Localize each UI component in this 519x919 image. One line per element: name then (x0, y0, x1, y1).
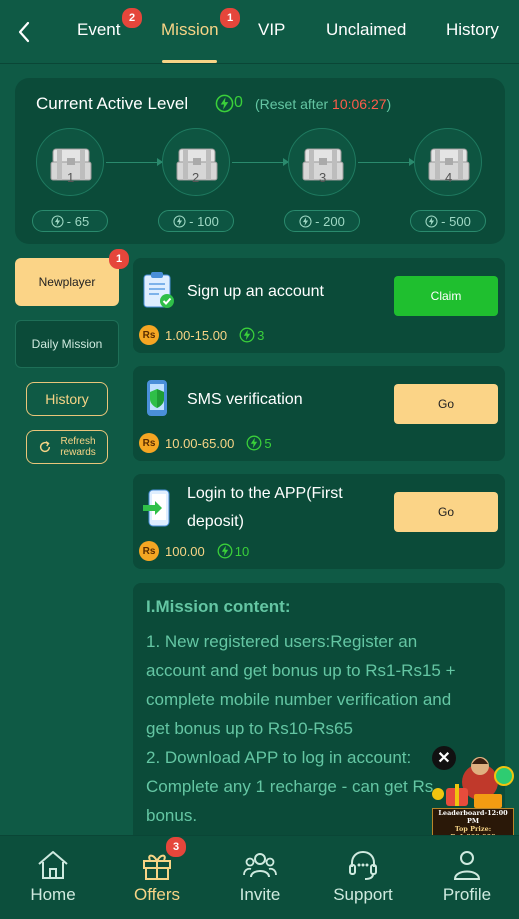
offers-badge: 3 (166, 837, 186, 857)
progress-arrow (232, 158, 289, 166)
mission-title: Sign up an account (187, 283, 324, 300)
back-arrow-icon[interactable] (12, 18, 36, 46)
treasure-chest-icon (428, 148, 470, 181)
mission-card-signup: Sign up an account Claim Rs 1.00-15.00 3 (133, 258, 505, 353)
mission-reward-row: Rs 100.00 10 (139, 541, 249, 561)
category-newplayer[interactable]: Newplayer (15, 258, 119, 306)
tab-vip[interactable]: VIP (258, 20, 285, 40)
tab-mission[interactable]: Mission (161, 20, 219, 40)
nav-home[interactable]: Home (3, 836, 103, 919)
treasure-chest-icon (176, 148, 218, 181)
reward-points: 3 (257, 327, 265, 343)
refresh-rewards-button[interactable]: Refresh rewards (26, 430, 108, 464)
mission-content-line: 1. New registered users:Register an (146, 632, 418, 651)
user-icon (453, 851, 481, 880)
phone-transfer-icon (143, 489, 170, 527)
active-level-panel: Current Active Level 0 (Reset after 10:0… (15, 78, 505, 244)
tab-event-badge: 2 (122, 8, 142, 28)
go-button[interactable]: Go (394, 384, 498, 424)
progress-arrow (106, 158, 163, 166)
chest-level-2[interactable] (162, 128, 230, 196)
reward-amount: 100.00 (165, 543, 205, 559)
energy-bolt-icon (51, 214, 64, 228)
newplayer-badge: 1 (109, 249, 129, 269)
reset-timer-text: (Reset after 10:06:27) (255, 96, 392, 112)
reward-points: 10 (234, 543, 250, 559)
mission-reward-row: Rs 10.00-65.00 5 (139, 433, 272, 453)
nav-invite[interactable]: Invite (210, 836, 310, 919)
mission-card-login-app: Login to the APP(First deposit) Go Rs 100… (133, 474, 505, 569)
level-title: Current Active Level (36, 94, 189, 113)
chest-cost-pill: - 100 (158, 210, 234, 232)
chest-level-4[interactable] (414, 128, 482, 196)
mission-content-line: account and get bonus up to Rs1-Rs15 + (146, 661, 456, 680)
mission-title: SMS verification (187, 391, 303, 408)
chest-number: 1 (67, 170, 75, 185)
nav-profile[interactable]: Profile (417, 836, 517, 919)
category-daily-mission[interactable]: Daily Mission (15, 320, 119, 368)
clipboard-check-icon (143, 272, 174, 308)
nav-offers[interactable]: Offers (107, 836, 207, 919)
mission-content-line: get bonus up to Rs10-Rs65 (146, 719, 353, 738)
reward-points: 5 (264, 435, 272, 451)
nav-support[interactable]: Support (313, 836, 413, 919)
chest-cost-pill: - 500 (410, 210, 486, 232)
tab-history[interactable]: History (446, 20, 499, 40)
tab-unclaimed[interactable]: Unclaimed (326, 20, 406, 40)
top-nav: Event 2 Mission 1 VIP Unclaimed History (0, 0, 519, 64)
chest-level-3[interactable] (288, 128, 356, 196)
chest-number: 2 (192, 170, 200, 185)
active-tab-indicator (162, 60, 217, 63)
reset-countdown: 10:06:27 (332, 96, 387, 112)
rupee-coin-icon: Rs (139, 325, 159, 345)
close-promo-button[interactable]: ✕ (432, 746, 456, 770)
history-button[interactable]: History (26, 382, 108, 416)
treasure-chest-icon (50, 148, 92, 181)
tab-event[interactable]: Event (77, 20, 120, 40)
energy-bolt-icon (246, 435, 262, 451)
energy-bolt-icon (299, 214, 312, 228)
go-button[interactable]: Go (394, 492, 498, 532)
rupee-coin-icon: Rs (139, 433, 159, 453)
people-icon (243, 853, 277, 878)
bottom-nav: Home Offers 3 Invite Support Profile (0, 835, 519, 919)
home-icon (38, 851, 68, 879)
mission-card-sms: SMS verification Go Rs 10.00-65.00 5 (133, 366, 505, 461)
mission-title: Login to the APP(First deposit) (187, 485, 343, 530)
level-value: 0 (234, 94, 243, 111)
refresh-icon (40, 441, 51, 453)
energy-bolt-icon (425, 214, 438, 228)
energy-bolt-icon (239, 327, 255, 343)
mission-content-heading: I.Mission content: (146, 597, 291, 616)
energy-bolt-icon (173, 214, 186, 228)
chest-number: 4 (445, 170, 453, 185)
chest-number: 3 (319, 170, 327, 185)
chest-cost-pill: - 200 (284, 210, 360, 232)
reward-amount: 1.00-15.00 (165, 327, 228, 343)
claim-button[interactable]: Claim (394, 276, 498, 316)
rupee-coin-icon: Rs (139, 541, 159, 561)
reward-amount: 10.00-65.00 (165, 435, 235, 451)
mission-reward-row: Rs 1.00-15.00 3 (139, 325, 264, 345)
energy-bolt-icon (215, 94, 234, 113)
progress-arrow (358, 158, 415, 166)
tab-mission-badge: 1 (220, 8, 240, 28)
chest-level-1[interactable] (36, 128, 104, 196)
treasure-chest-icon (302, 148, 344, 181)
phone-shield-icon (147, 380, 167, 416)
mission-content-line: complete mobile number verification and (146, 690, 452, 709)
chest-cost-pill: - 65 (32, 210, 108, 232)
energy-bolt-icon (217, 543, 233, 559)
headset-icon (349, 850, 377, 880)
